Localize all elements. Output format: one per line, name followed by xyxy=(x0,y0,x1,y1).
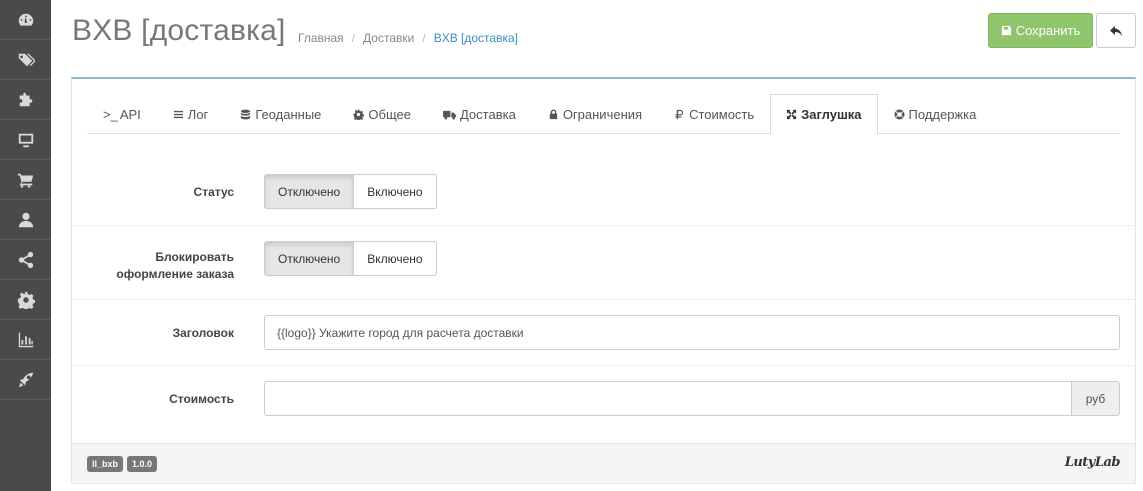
rocket-icon xyxy=(18,372,33,387)
sidebar-item-dashboard[interactable] xyxy=(0,0,51,40)
module-code-badge: ll_bxb xyxy=(87,456,124,472)
cost-input-group: руб xyxy=(264,381,1120,416)
form-row-heading: Заголовок xyxy=(72,299,1135,365)
cost-unit-addon: руб xyxy=(1072,381,1120,416)
breadcrumb-deliveries[interactable]: Доставки xyxy=(363,31,414,45)
tab-label: API xyxy=(119,107,141,122)
truck-icon xyxy=(443,110,456,120)
status-toggle: Отключено Включено xyxy=(264,174,437,209)
cost-input[interactable] xyxy=(264,381,1072,416)
app-root: BXB [доставка] Главная / Доставки / BXB … xyxy=(0,0,1143,491)
tab-api[interactable]: >_ API xyxy=(87,94,157,134)
database-icon xyxy=(241,109,251,120)
save-icon xyxy=(1001,25,1011,36)
cost-label: Стоимость xyxy=(169,392,234,406)
status-label: Статус xyxy=(193,185,234,199)
tab-label: Общее xyxy=(368,107,411,122)
tab-label: Заглушка xyxy=(801,107,862,122)
status-option-off[interactable]: Отключено xyxy=(264,174,355,209)
form-row-cost: Стоимость руб xyxy=(72,365,1135,431)
lifering-icon xyxy=(893,109,905,120)
breadcrumb: Главная / Доставки / BXB [доставка] xyxy=(298,31,518,45)
status-option-on[interactable]: Включено xyxy=(354,174,437,209)
page-title: BXB [доставка] xyxy=(72,14,286,47)
tab-label: Ограничения xyxy=(562,107,643,122)
tab-label: Лог xyxy=(187,107,209,122)
breadcrumb-current[interactable]: BXB [доставка] xyxy=(434,31,518,45)
tab-geodata[interactable]: Геоданные xyxy=(224,94,337,134)
sidebar-item-customers[interactable] xyxy=(0,200,51,240)
arrows-icon xyxy=(787,109,797,120)
form-row-block-checkout: Блокировать оформление заказа Отключено … xyxy=(72,225,1135,299)
block-checkout-option-off[interactable]: Отключено xyxy=(264,241,355,276)
block-checkout-toggle: Отключено Включено xyxy=(264,241,437,276)
tab-bar: >_ API Лог Геоданные Общее Доставка Огра… xyxy=(87,94,1120,135)
settings-panel: >_ API Лог Геоданные Общее Доставка Огра… xyxy=(71,77,1136,484)
tab-support[interactable]: Поддержка xyxy=(878,94,993,134)
sidebar-item-sales[interactable] xyxy=(0,160,51,200)
desktop-icon xyxy=(18,133,33,147)
tab-label: Доставка xyxy=(459,107,516,122)
list-icon xyxy=(173,110,183,119)
form-row-status: Статус Отключено Включено xyxy=(72,159,1135,225)
page-header: BXB [доставка] Главная / Доставки / BXB … xyxy=(51,0,1143,78)
sidebar-item-marketing[interactable] xyxy=(0,240,51,280)
version-badge: 1.0.0 xyxy=(127,456,158,472)
sidebar-item-catalog[interactable] xyxy=(0,40,51,80)
breadcrumb-separator: / xyxy=(351,31,356,45)
brand-logo[interactable]: LutyLab xyxy=(1065,455,1121,470)
tab-label: Поддержка xyxy=(908,107,977,122)
bar-chart-icon xyxy=(18,332,33,347)
tab-log[interactable]: Лог xyxy=(157,94,225,134)
back-button[interactable] xyxy=(1096,13,1136,48)
tab-cost[interactable]: Стоимость xyxy=(658,94,770,134)
reply-icon xyxy=(1110,25,1122,36)
cog-icon xyxy=(17,291,35,309)
block-checkout-label: Блокировать оформление заказа xyxy=(116,250,234,281)
cog-icon xyxy=(353,109,365,120)
share-icon xyxy=(18,251,33,268)
tab-label: Геоданные xyxy=(255,107,322,122)
left-sidebar xyxy=(0,0,51,491)
save-button[interactable]: Сохранить xyxy=(988,13,1093,48)
ruble-icon xyxy=(675,109,684,120)
block-checkout-option-on[interactable]: Включено xyxy=(354,241,437,276)
cart-icon xyxy=(17,173,33,188)
terminal-icon: >_ xyxy=(103,107,118,122)
puzzle-icon xyxy=(19,92,32,106)
tab-delivery[interactable]: Доставка xyxy=(427,94,532,134)
sidebar-item-reports[interactable] xyxy=(0,320,51,360)
lock-icon xyxy=(549,109,557,120)
sidebar-item-design[interactable] xyxy=(0,120,51,160)
tab-general[interactable]: Общее xyxy=(337,94,427,134)
tab-placeholder[interactable]: Заглушка xyxy=(770,94,878,135)
heading-input[interactable] xyxy=(264,315,1120,350)
user-icon xyxy=(18,212,33,227)
tab-label: Стоимость xyxy=(689,107,755,122)
tab-restrictions[interactable]: Ограничения xyxy=(532,94,658,134)
tags-icon xyxy=(18,53,35,66)
breadcrumb-separator: / xyxy=(422,31,426,45)
heading-label: Заголовок xyxy=(172,326,234,340)
save-button-label: Сохранить xyxy=(1015,23,1081,38)
dashboard-icon xyxy=(18,13,33,26)
sidebar-item-system[interactable] xyxy=(0,280,51,320)
panel-footer: ll_bxb 1.0.0 LutyLab xyxy=(72,443,1135,483)
sidebar-item-extensions[interactable] xyxy=(0,80,51,120)
sidebar-item-launch[interactable] xyxy=(0,360,51,400)
breadcrumb-home[interactable]: Главная xyxy=(298,31,344,45)
